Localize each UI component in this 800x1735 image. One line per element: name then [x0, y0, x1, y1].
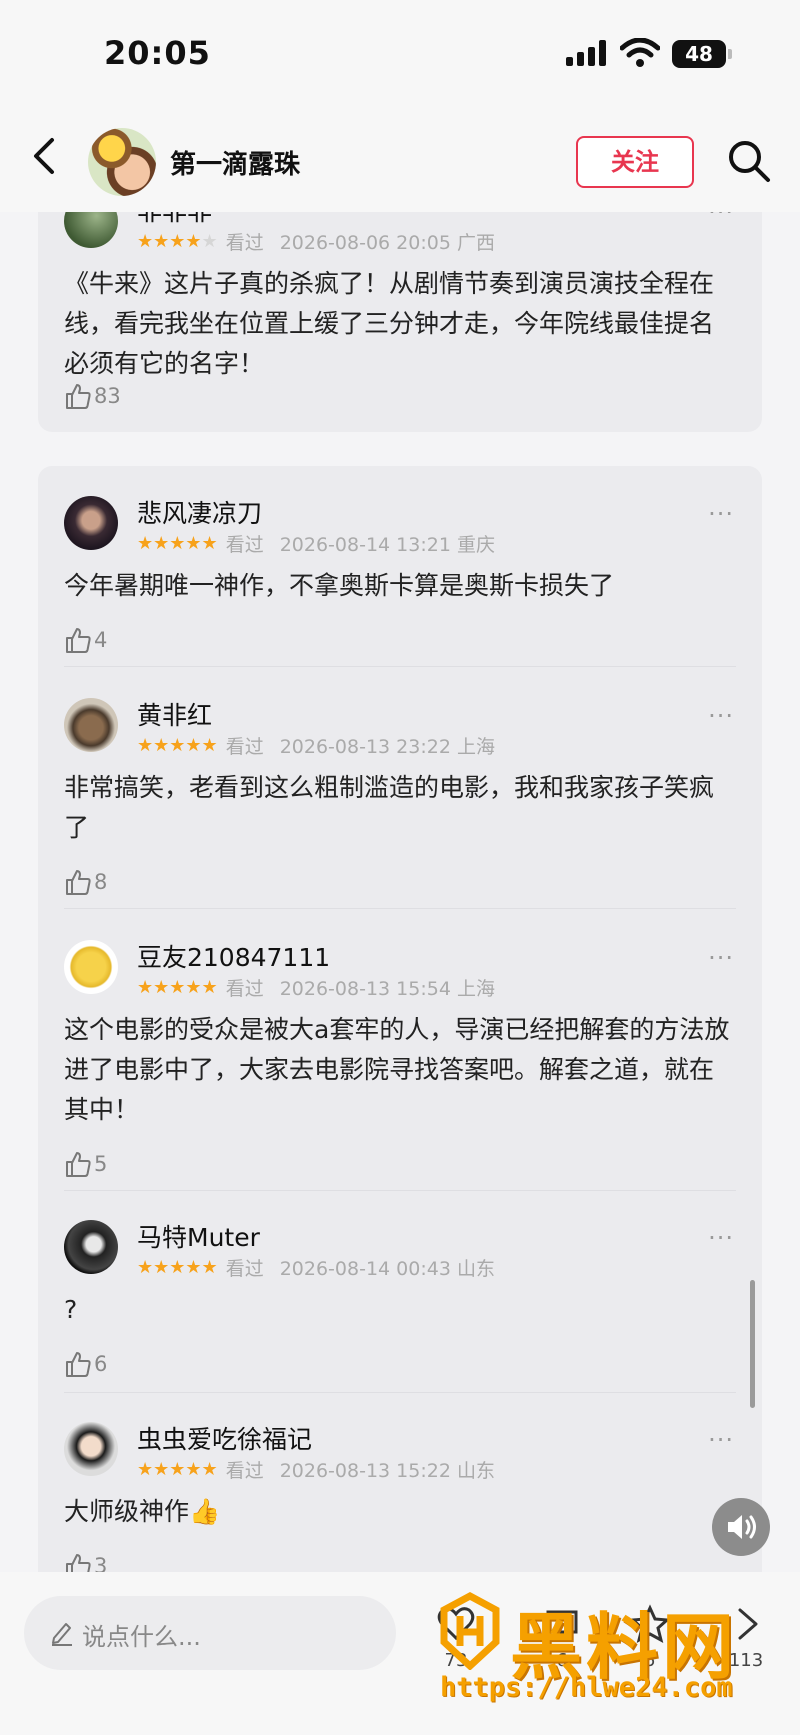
thumbs-up-icon [66, 1152, 91, 1177]
speaker-icon [728, 1515, 756, 1539]
like-count: 5 [94, 1152, 108, 1176]
user-avatar[interactable] [64, 1220, 118, 1274]
wifi-icon [620, 38, 660, 67]
seen-label: 看过 [225, 534, 264, 556]
thumbs-up-icon [66, 628, 91, 653]
watermark-logo [440, 1592, 500, 1670]
more-options-icon[interactable]: ··· [708, 944, 734, 972]
more-options-icon[interactable]: ··· [708, 500, 734, 528]
like-count: 83 [94, 384, 121, 408]
rating-stars: ★★★★★ [137, 1459, 218, 1480]
review-meta: ★★★★★ 看过 2026-08-13 23:22 上海 [137, 732, 495, 758]
like-button[interactable]: 83 [64, 382, 121, 414]
review-meta: ★★★★★ 看过 2026-08-13 15:54 上海 [137, 974, 495, 1000]
review-date: 2026-08-14 00:43 山东 [279, 1258, 495, 1280]
status-bar: 20:05 48 [0, 0, 800, 100]
back-arrow-icon[interactable] [26, 132, 66, 180]
user-avatar[interactable] [64, 212, 118, 248]
pen-icon [52, 1623, 72, 1646]
thumbs-up-icon [66, 384, 91, 409]
user-avatar[interactable] [64, 940, 118, 994]
review-text: ? [64, 1295, 78, 1324]
review-date: 2026-08-13 15:54 上海 [279, 978, 495, 1000]
review-card: 悲风凄凉刀 ★★★★★ 看过 2026-08-14 13:21 重庆 ··· 今年暑… [38, 466, 762, 1572]
like-count: 8 [94, 870, 108, 894]
thumbs-up-icon [66, 870, 91, 895]
divider [64, 666, 736, 667]
divider [64, 908, 736, 909]
search-icon[interactable] [726, 138, 772, 184]
review-feed[interactable]: 非非非 ★★★★★ 看过 2026-08-06 20:05 广西 ··· 《牛来》这… [0, 212, 800, 1572]
like-button[interactable]: 5 [64, 1150, 107, 1182]
more-options-icon[interactable]: ··· [708, 702, 734, 730]
seen-label: 看过 [225, 736, 264, 758]
review-text: 这个电影的受众是被大a套牢的人，导演已经把解套的方法放进了电影中了，大家去电影院… [64, 1015, 730, 1124]
more-options-icon[interactable]: ··· [708, 212, 734, 226]
review-meta: ★★★★★ 看过 2026-08-14 13:21 重庆 [137, 530, 495, 556]
battery-indicator: 48 [672, 40, 732, 68]
seen-label: 看过 [225, 978, 264, 1000]
review-date: 2026-08-06 20:05 广西 [279, 232, 495, 254]
rating-stars: ★★★★★ [137, 1257, 218, 1278]
watermark-url: https://hlwe24.com [440, 1672, 733, 1703]
thumbs-up-icon [66, 1352, 91, 1377]
user-avatar[interactable] [64, 698, 118, 752]
like-count: 6 [94, 1352, 108, 1376]
like-button[interactable]: 8 [64, 868, 107, 900]
rating-stars: ★★★★★ [137, 533, 218, 554]
thumbs-up-icon [66, 1554, 91, 1572]
review-date: 2026-08-14 13:21 重庆 [279, 534, 495, 556]
user-name[interactable]: 黄非红 [137, 696, 212, 732]
user-name[interactable]: 非非非 [137, 212, 212, 228]
like-count: 4 [94, 628, 108, 652]
divider [64, 1190, 736, 1191]
review-meta: ★★★★★ 看过 2026-08-06 20:05 广西 [137, 228, 495, 254]
profile-name[interactable]: 第一滴露珠 [170, 144, 300, 181]
like-button[interactable]: 3 [64, 1552, 107, 1572]
review-card: 非非非 ★★★★★ 看过 2026-08-06 20:05 广西 ··· 《牛来》这… [38, 212, 762, 432]
comment-placeholder: 说点什么... [82, 1623, 201, 1651]
like-button[interactable]: 6 [64, 1350, 107, 1382]
review-meta: ★★★★★ 看过 2026-08-14 00:43 山东 [137, 1254, 495, 1280]
review-text: 非常搞笑，老看到这么粗制滥造的电影，我和我家孩子笑疯了 [64, 773, 715, 842]
review-text: 大师级神作👍 [64, 1497, 221, 1526]
profile-avatar[interactable] [88, 128, 156, 196]
more-options-icon[interactable]: ··· [708, 1426, 734, 1454]
user-avatar[interactable] [64, 496, 118, 550]
scrollbar[interactable] [750, 1280, 755, 1408]
user-name[interactable]: 马特Muter [137, 1218, 260, 1254]
rating-stars: ★★★★★ [137, 977, 218, 998]
cellular-signal-icon [566, 40, 608, 66]
review-meta: ★★★★★ 看过 2026-08-13 15:22 山东 [137, 1456, 495, 1482]
review-text: 《牛来》这片子真的杀疯了！从剧情节奏到演员演技全程在线，看完我坐在位置上缓了三分… [64, 269, 715, 378]
status-time: 20:05 [104, 34, 211, 72]
more-options-icon[interactable]: ··· [708, 1224, 734, 1252]
rating-stars: ★★★★★ [137, 231, 218, 252]
user-name[interactable]: 悲风凄凉刀 [137, 494, 262, 530]
seen-label: 看过 [225, 1258, 264, 1280]
user-name[interactable]: 虫虫爱吃徐福记 [137, 1420, 312, 1456]
review-date: 2026-08-13 15:22 山东 [279, 1460, 495, 1482]
seen-label: 看过 [225, 1460, 264, 1482]
follow-button[interactable]: 关注 [576, 136, 694, 188]
comment-input[interactable]: 说点什么... [24, 1596, 396, 1670]
rating-stars: ★★★★★ [137, 735, 218, 756]
like-button[interactable]: 4 [64, 626, 107, 658]
sound-toggle-button[interactable] [712, 1498, 770, 1556]
review-date: 2026-08-13 23:22 上海 [279, 736, 495, 758]
seen-label: 看过 [225, 232, 264, 254]
user-avatar[interactable] [64, 1422, 118, 1476]
nav-bar: 第一滴露珠 关注 [0, 100, 800, 212]
divider [64, 1392, 736, 1393]
review-text: 今年暑期唯一神作，不拿奥斯卡算是奥斯卡损失了 [64, 571, 615, 600]
like-count: 3 [94, 1554, 108, 1572]
user-name[interactable]: 豆友210847111 [137, 938, 330, 974]
